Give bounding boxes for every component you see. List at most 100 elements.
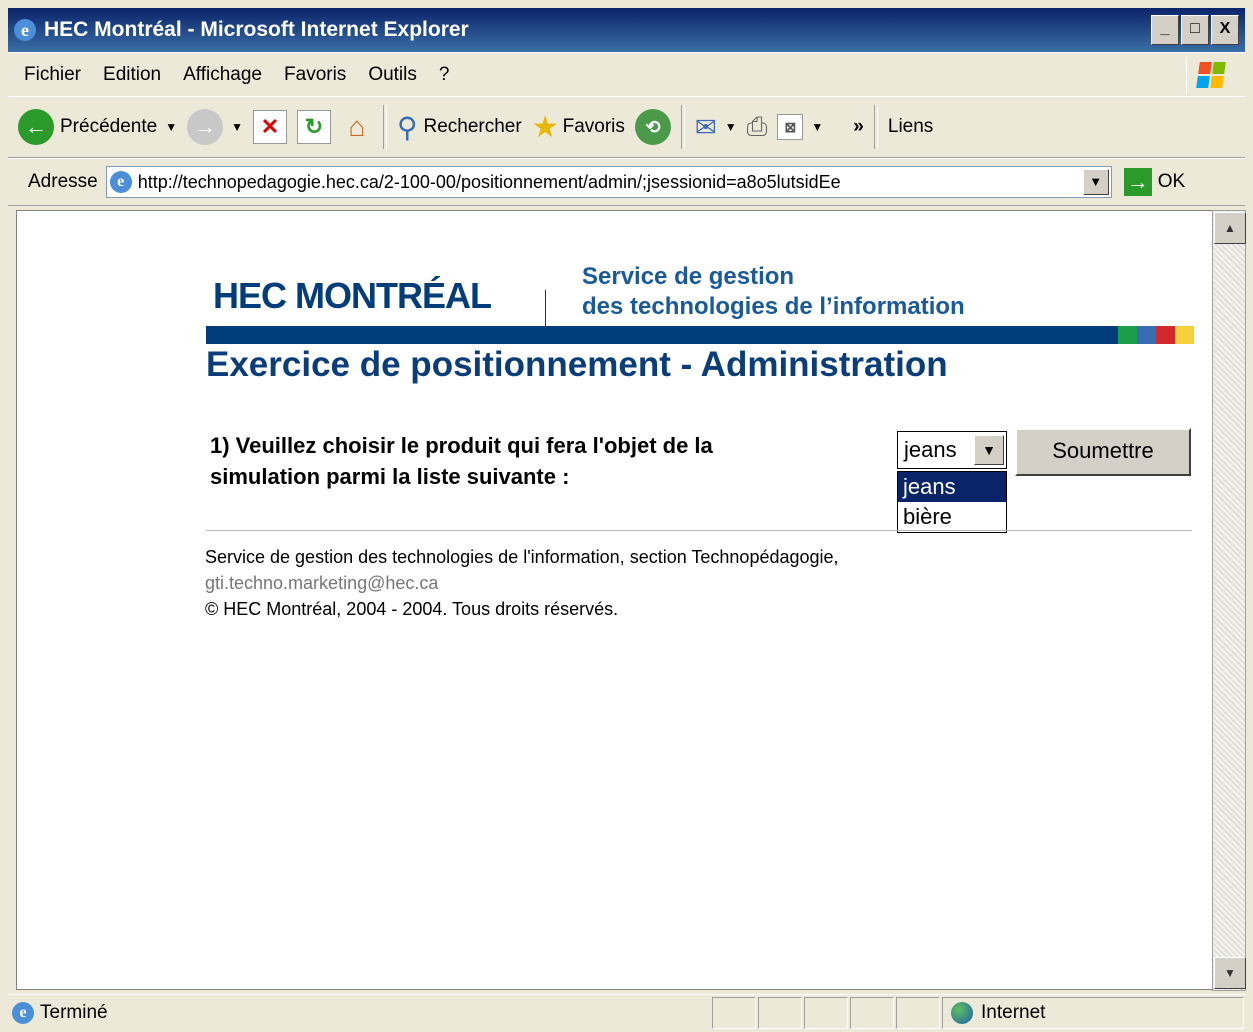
print-button[interactable]: ⎙ — [747, 111, 768, 143]
color-block-yellow — [1175, 326, 1194, 344]
ie-icon: e — [14, 19, 36, 41]
menu-outils[interactable]: Outils — [368, 64, 417, 86]
question-line-1: 1) Veuillez choisir le produit qui fera … — [210, 433, 713, 458]
home-icon: ⌂ — [348, 111, 366, 142]
mail-button[interactable]: ✉ ▼ — [695, 112, 737, 143]
go-label: OK — [1157, 171, 1186, 192]
home-button[interactable]: ⌂ — [341, 111, 373, 143]
forward-arrow-icon: → — [187, 109, 224, 145]
search-button[interactable]: ⚲ Rechercher — [397, 111, 522, 144]
service-line-1: Service de gestion — [582, 263, 795, 290]
back-label: Précédente — [60, 116, 158, 137]
star-icon: ★ — [531, 110, 559, 144]
back-arrow-icon: ← — [18, 109, 54, 145]
back-button[interactable]: ← Précédente ▼ — [18, 109, 177, 145]
go-arrow-icon: → — [1123, 168, 1152, 196]
footer-service: Service de gestion des technologies de l… — [205, 547, 839, 567]
maximize-button[interactable]: □ — [1181, 15, 1209, 45]
menu-help[interactable]: ? — [439, 64, 450, 86]
mail-dropdown-icon[interactable]: ▼ — [725, 120, 737, 134]
product-select-value: jeans — [904, 437, 957, 462]
status-panel — [712, 997, 756, 1029]
search-label: Rechercher — [423, 116, 522, 137]
footer-divider — [206, 530, 1192, 531]
windows-logo-icon — [1186, 57, 1235, 93]
address-url[interactable]: http://technopedagogie.hec.ca/2-100-00/p… — [138, 172, 841, 193]
mail-icon: ✉ — [694, 111, 717, 142]
favorites-label: Favoris — [562, 116, 625, 137]
menu-affichage[interactable]: Affichage — [183, 64, 262, 86]
forward-button[interactable]: → ▼ — [187, 109, 243, 145]
status-panel — [758, 997, 802, 1029]
browser-window: e HEC Montréal - Microsoft Internet Expl… — [0, 0, 1253, 1032]
globe-icon — [951, 1002, 973, 1024]
logo-divider — [545, 290, 546, 326]
search-icon: ⚲ — [396, 111, 418, 143]
product-options-list: jeans bière — [897, 471, 1007, 533]
address-bar: Adresse e http://technopedagogie.hec.ca/… — [8, 158, 1245, 206]
page-title: Exercice de positionnement - Administrat… — [206, 345, 948, 384]
toolbar-separator — [680, 105, 685, 149]
minimize-button[interactable]: _ — [1151, 15, 1179, 45]
status-panel — [896, 997, 940, 1029]
status-bar: e Terminé Internet — [8, 994, 1245, 1031]
history-button[interactable]: ⟲ — [634, 109, 671, 145]
status-panel — [804, 997, 848, 1029]
stop-icon: ✕ — [252, 110, 287, 144]
header-band — [206, 326, 1118, 344]
refresh-button[interactable]: ↻ — [296, 110, 331, 144]
zone-label: Internet — [981, 1002, 1046, 1023]
status-panel — [850, 997, 894, 1029]
toolbar-more-button[interactable]: » — [853, 116, 864, 138]
submit-button[interactable]: Soumettre — [1015, 428, 1191, 476]
question-line-2: simulation parmi la liste suivante : — [210, 464, 570, 489]
title-bar: e HEC Montréal - Microsoft Internet Expl… — [8, 8, 1245, 52]
address-label: Adresse — [28, 171, 98, 192]
toolbar-separator — [382, 105, 387, 149]
window-title: HEC Montréal - Microsoft Internet Explor… — [44, 18, 469, 41]
hec-logo: HEC MONTRÉAL — [213, 275, 492, 316]
address-dropdown-icon[interactable]: ▼ — [1082, 169, 1109, 195]
address-input[interactable]: e http://technopedagogie.hec.ca/2-100-00… — [105, 166, 1112, 198]
vertical-scrollbar[interactable]: ▲ ▼ — [1212, 210, 1246, 991]
refresh-icon: ↻ — [296, 110, 331, 144]
security-zone: Internet — [942, 997, 1244, 1029]
service-name: Service de gestion des technologies de l… — [582, 262, 965, 322]
scroll-down-arrow-icon[interactable]: ▼ — [1214, 957, 1246, 989]
product-select[interactable]: jeans ▼ — [897, 431, 1007, 469]
close-button[interactable]: X — [1211, 15, 1239, 45]
status-text: Terminé — [40, 1002, 108, 1023]
toolbar-separator — [873, 105, 878, 149]
menu-fichier[interactable]: Fichier — [24, 64, 81, 86]
menu-bar: Fichier Edition Affichage Favoris Outils… — [8, 52, 1245, 97]
status-panels: Internet — [710, 997, 1244, 1029]
chevron-down-icon[interactable]: ▼ — [974, 435, 1004, 465]
window-controls: _ □ X — [1151, 15, 1239, 45]
color-block-red — [1156, 326, 1175, 344]
history-icon: ⟲ — [634, 109, 671, 145]
menu-edition[interactable]: Edition — [103, 64, 161, 86]
footer: Service de gestion des technologies de l… — [205, 544, 839, 622]
toolbar: ← Précédente ▼ → ▼ ✕ ↻ ⌂ ⚲ Rechercher ★ … — [8, 96, 1245, 158]
option-biere[interactable]: bière — [898, 502, 1006, 532]
footer-copyright: © HEC Montréal, 2004 - 2004. Tous droits… — [205, 599, 619, 619]
page-icon: e — [109, 171, 132, 193]
favorites-button[interactable]: ★ Favoris — [532, 110, 625, 145]
links-button[interactable]: Liens — [888, 116, 933, 138]
back-dropdown-icon[interactable]: ▼ — [165, 120, 177, 134]
edit-icon: ⊠ — [777, 114, 804, 140]
edit-dropdown-icon[interactable]: ▼ — [811, 120, 823, 134]
forward-dropdown-icon[interactable]: ▼ — [231, 120, 243, 134]
option-jeans[interactable]: jeans — [898, 472, 1006, 502]
scroll-up-arrow-icon[interactable]: ▲ — [1214, 212, 1246, 244]
page-icon: e — [12, 1002, 34, 1024]
color-block-green — [1118, 326, 1137, 344]
footer-email-link[interactable]: gti.techno.marketing@hec.ca — [205, 570, 839, 596]
print-icon: ⎙ — [746, 111, 768, 141]
service-line-2: des technologies de l’information — [582, 293, 965, 320]
go-button[interactable]: → OK — [1123, 168, 1186, 196]
stop-button[interactable]: ✕ — [252, 110, 287, 144]
edit-button[interactable]: ⊠ ▼ — [777, 114, 823, 140]
question-text: 1) Veuillez choisir le produit qui fera … — [210, 430, 850, 492]
menu-favoris[interactable]: Favoris — [284, 64, 346, 86]
